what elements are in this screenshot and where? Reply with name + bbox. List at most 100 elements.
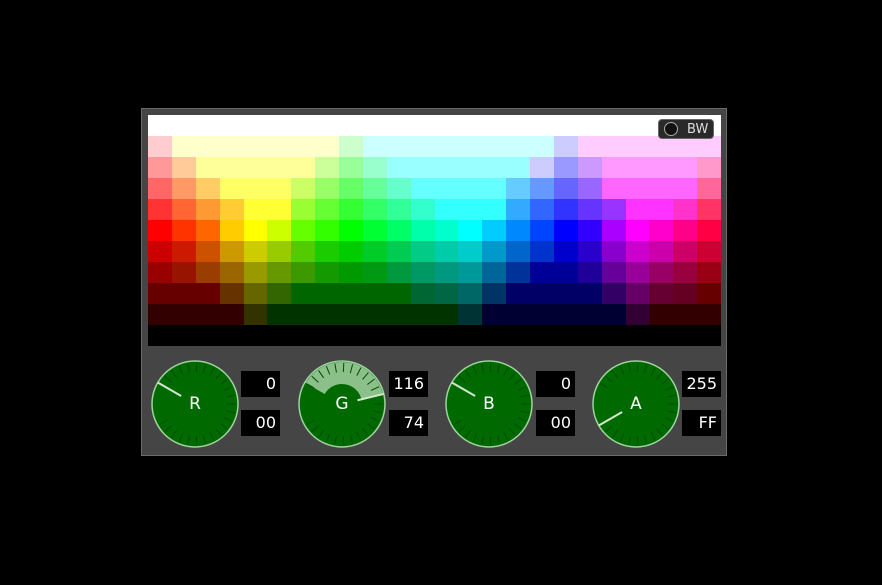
palette-swatch[interactable] — [626, 220, 649, 241]
palette-swatch[interactable] — [602, 325, 626, 346]
palette-swatch[interactable] — [267, 283, 291, 304]
palette-swatch[interactable] — [291, 199, 315, 220]
palette-swatch[interactable] — [697, 325, 721, 346]
palette-swatch[interactable] — [363, 178, 387, 199]
palette-swatch[interactable] — [602, 220, 626, 241]
palette-swatch[interactable] — [291, 325, 315, 346]
palette-swatch[interactable] — [411, 304, 435, 325]
palette-swatch[interactable] — [315, 304, 339, 325]
palette-swatch[interactable] — [387, 241, 411, 262]
palette-swatch[interactable] — [339, 199, 363, 220]
palette-swatch[interactable] — [411, 199, 435, 220]
palette-swatch[interactable] — [626, 262, 649, 283]
palette-swatch[interactable] — [458, 262, 482, 283]
palette-swatch[interactable] — [315, 199, 339, 220]
palette-swatch[interactable] — [578, 283, 602, 304]
palette-swatch[interactable] — [626, 283, 649, 304]
palette-swatch[interactable] — [435, 241, 458, 262]
palette-swatch[interactable] — [482, 199, 506, 220]
palette-swatch[interactable] — [196, 178, 220, 199]
palette-swatch[interactable] — [172, 220, 196, 241]
palette-swatch[interactable] — [267, 262, 291, 283]
palette-swatch[interactable] — [387, 220, 411, 241]
palette-swatch[interactable] — [411, 220, 435, 241]
palette-swatch[interactable] — [291, 241, 315, 262]
palette-swatch[interactable] — [435, 262, 458, 283]
palette-swatch[interactable] — [554, 262, 578, 283]
palette-swatch[interactable] — [578, 178, 602, 199]
palette-swatch[interactable] — [530, 262, 554, 283]
palette-swatch[interactable] — [172, 157, 196, 178]
palette-swatch[interactable] — [291, 157, 315, 178]
palette-swatch[interactable] — [554, 136, 578, 157]
palette-swatch[interactable] — [172, 241, 196, 262]
palette-swatch[interactable] — [626, 199, 649, 220]
palette-swatch[interactable] — [458, 283, 482, 304]
palette-swatch[interactable] — [315, 178, 339, 199]
palette-swatch[interactable] — [458, 220, 482, 241]
palette-swatch[interactable] — [220, 283, 244, 304]
palette-swatch[interactable] — [244, 283, 267, 304]
palette-swatch[interactable] — [244, 325, 267, 346]
palette-swatch[interactable] — [387, 304, 411, 325]
palette-swatch[interactable] — [220, 199, 244, 220]
palette-swatch[interactable] — [602, 262, 626, 283]
palette-swatch[interactable] — [697, 262, 721, 283]
palette-swatch[interactable] — [291, 136, 315, 157]
palette-swatch[interactable] — [626, 178, 649, 199]
palette-swatch[interactable] — [697, 304, 721, 325]
palette-swatch[interactable] — [267, 136, 291, 157]
palette-swatch[interactable] — [506, 325, 530, 346]
palette-swatch[interactable] — [649, 262, 673, 283]
palette-swatch[interactable] — [673, 136, 697, 157]
palette-swatch[interactable] — [220, 115, 244, 136]
palette-swatch[interactable] — [435, 304, 458, 325]
palette-swatch[interactable] — [602, 199, 626, 220]
palette-swatch[interactable] — [482, 115, 506, 136]
palette-swatch[interactable] — [363, 241, 387, 262]
palette-swatch[interactable] — [172, 115, 196, 136]
palette-swatch[interactable] — [148, 304, 172, 325]
palette-swatch[interactable] — [363, 283, 387, 304]
palette-swatch[interactable] — [339, 178, 363, 199]
palette-swatch[interactable] — [363, 325, 387, 346]
red-decimal-field[interactable]: 0 — [241, 371, 280, 397]
red-hex-field[interactable]: 00 — [241, 410, 280, 436]
palette-swatch[interactable] — [267, 304, 291, 325]
palette-swatch[interactable] — [482, 283, 506, 304]
palette-swatch[interactable] — [220, 262, 244, 283]
palette-swatch[interactable] — [530, 220, 554, 241]
palette-swatch[interactable] — [458, 241, 482, 262]
palette-swatch[interactable] — [339, 283, 363, 304]
palette-swatch[interactable] — [578, 136, 602, 157]
palette-swatch[interactable] — [411, 136, 435, 157]
palette-swatch[interactable] — [148, 178, 172, 199]
palette-swatch[interactable] — [196, 157, 220, 178]
palette-swatch[interactable] — [578, 157, 602, 178]
palette-swatch[interactable] — [578, 325, 602, 346]
palette-swatch[interactable] — [649, 241, 673, 262]
palette-swatch[interactable] — [673, 262, 697, 283]
palette-swatch[interactable] — [697, 136, 721, 157]
palette-swatch[interactable] — [649, 220, 673, 241]
palette-swatch[interactable] — [363, 220, 387, 241]
palette-swatch[interactable] — [626, 115, 649, 136]
palette-swatch[interactable] — [220, 157, 244, 178]
palette-swatch[interactable] — [196, 325, 220, 346]
palette-swatch[interactable] — [387, 262, 411, 283]
palette-swatch[interactable] — [411, 241, 435, 262]
palette-swatch[interactable] — [148, 325, 172, 346]
palette-swatch[interactable] — [506, 262, 530, 283]
palette-swatch[interactable] — [339, 136, 363, 157]
green-dial[interactable]: G — [297, 359, 387, 449]
palette-swatch[interactable] — [530, 178, 554, 199]
palette-swatch[interactable] — [554, 178, 578, 199]
palette-swatch[interactable] — [435, 136, 458, 157]
palette-swatch[interactable] — [196, 304, 220, 325]
palette-swatch[interactable] — [530, 136, 554, 157]
palette-swatch[interactable] — [530, 283, 554, 304]
palette-swatch[interactable] — [578, 241, 602, 262]
palette-swatch[interactable] — [363, 262, 387, 283]
palette-swatch[interactable] — [482, 220, 506, 241]
green-hex-field[interactable]: 74 — [389, 410, 428, 436]
